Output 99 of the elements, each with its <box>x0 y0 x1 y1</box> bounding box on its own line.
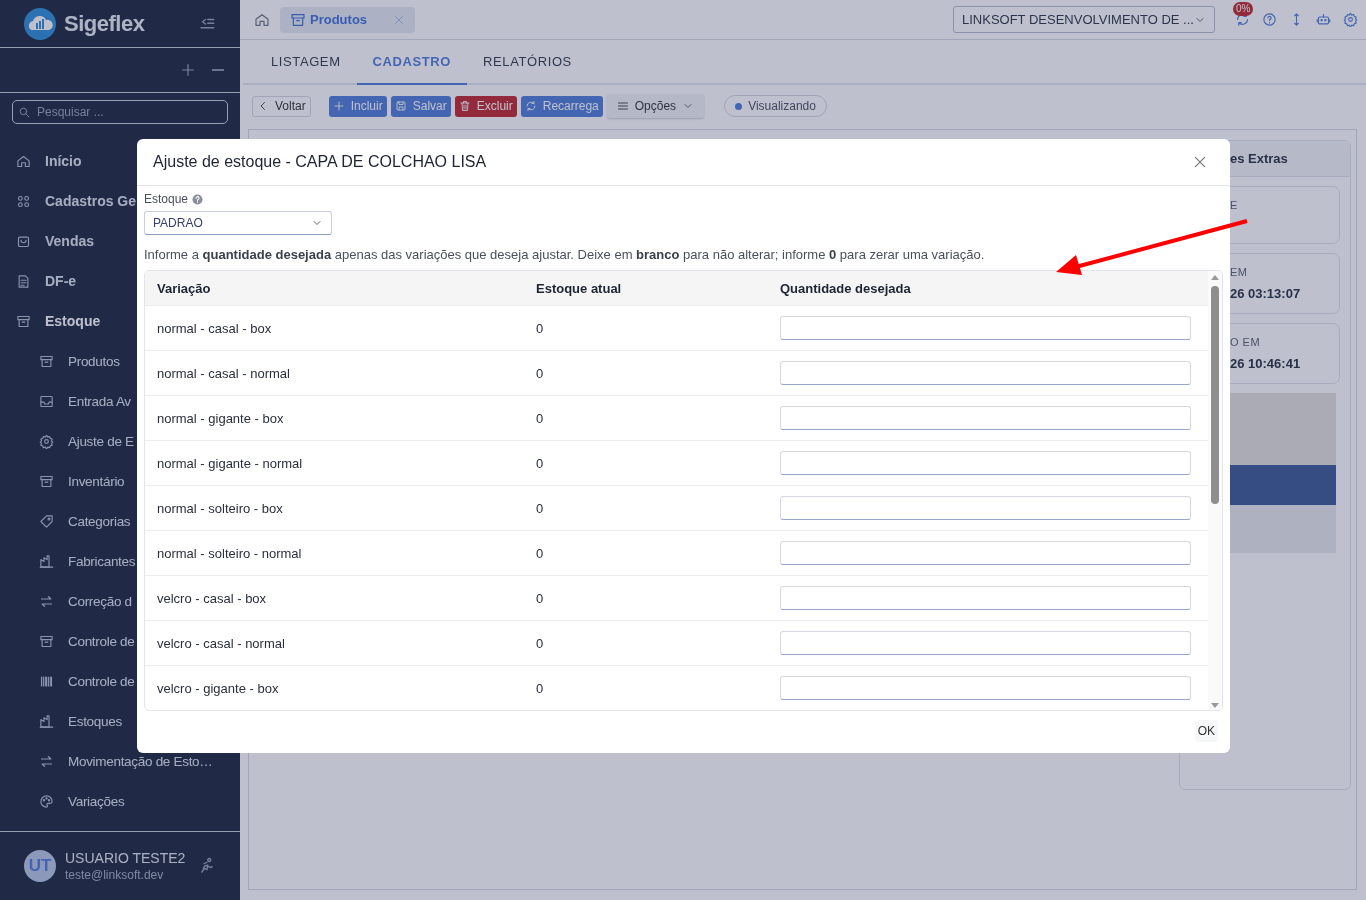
home-icon <box>254 11 270 28</box>
column-header: Quantidade desejada <box>779 280 912 296</box>
menu-item[interactable]: Estoques <box>0 701 240 741</box>
quantity-input[interactable] <box>780 496 1191 520</box>
info-label: E <box>1230 199 1239 211</box>
ok-button[interactable]: OK <box>1194 720 1218 742</box>
assistant-button[interactable] <box>1316 12 1331 27</box>
info-value: 26 10:46:41 <box>1230 356 1302 371</box>
options-button[interactable]: Opções <box>606 94 705 118</box>
settings-button[interactable] <box>1343 12 1358 27</box>
help-icon <box>1262 12 1277 27</box>
scrollbar[interactable] <box>1208 271 1222 710</box>
quantity-input[interactable] <box>780 586 1191 610</box>
quantity-input[interactable] <box>780 631 1191 655</box>
field-label: Estoque <box>144 192 189 206</box>
menu-item[interactable]: Variações <box>0 781 240 821</box>
settings-icon <box>39 433 54 449</box>
instructions-text: Informe a quantidade desejada apenas das variações que deseja ajustar. Deixe em branco para não alterar; informe 0 para zerar uma variação. <box>144 247 986 262</box>
delete-button[interactable]: Excluir <box>454 95 517 117</box>
help-icon <box>192 193 204 205</box>
logo-icon <box>24 7 56 40</box>
home-button[interactable] <box>254 11 270 28</box>
table-cell-text: 0 <box>535 590 545 606</box>
factory-icon <box>39 553 54 569</box>
palette-icon <box>39 793 54 809</box>
quantity-input[interactable] <box>780 451 1191 475</box>
robot-icon <box>1316 12 1331 27</box>
tab-label: Produtos <box>310 12 368 27</box>
bag-icon <box>16 233 31 249</box>
progress-badge: 0% <box>1233 2 1254 16</box>
grid-icon <box>16 193 31 209</box>
table-cell-text: normal - solteiro - box <box>156 500 284 516</box>
archive-icon <box>290 11 306 28</box>
tab[interactable]: LISTAGEM <box>255 40 357 83</box>
tab[interactable]: RELATÓRIOS <box>467 40 588 83</box>
menu-item[interactable]: Movimentação de Esto… <box>0 741 240 781</box>
help-button[interactable] <box>1262 12 1277 27</box>
info-label: O EM <box>1230 336 1262 348</box>
inbox-icon <box>39 393 54 409</box>
table-cell-text: normal - casal - normal <box>156 365 291 381</box>
swap-arrows-icon <box>39 753 54 769</box>
close-button[interactable] <box>1192 154 1208 170</box>
table-cell-text: 0 <box>535 635 545 651</box>
column-header: Variação <box>156 280 212 296</box>
brand-name: Sigeflex <box>64 10 146 37</box>
archive-icon <box>39 353 54 369</box>
back-button[interactable]: Voltar <box>252 95 311 117</box>
quantity-input[interactable] <box>780 316 1191 340</box>
archive-icon <box>39 633 54 649</box>
quantity-input[interactable] <box>780 406 1191 430</box>
reload-icon <box>524 100 537 112</box>
stock-select[interactable]: PADRAO <box>144 211 332 235</box>
table-cell-text: normal - gigante - box <box>156 410 285 426</box>
user-name: USUARIO TESTE2 <box>65 850 187 866</box>
table-cell-text: velcro - casal - box <box>156 590 268 606</box>
barcode-icon <box>39 673 54 689</box>
home-icon <box>16 153 31 169</box>
plus-icon <box>332 100 345 112</box>
expand-all-button[interactable] <box>180 62 196 78</box>
search-icon <box>18 106 31 119</box>
factory-icon <box>39 713 54 729</box>
table-cell-text: velcro - gigante - box <box>156 680 280 696</box>
swap-arrows-icon <box>39 593 54 609</box>
table-cell-text: 0 <box>535 410 545 426</box>
table-cell-text: 0 <box>535 545 545 561</box>
column-header: Estoque atual <box>535 280 623 296</box>
table-cell-text: normal - casal - box <box>156 320 273 336</box>
user-email: teste@linksoft.dev <box>65 868 165 882</box>
table-cell-text: 0 <box>535 455 545 471</box>
quantity-input[interactable] <box>780 541 1191 565</box>
running-person-icon <box>198 857 216 875</box>
info-label: EM <box>1230 266 1249 278</box>
menu-icon <box>616 100 629 112</box>
close-tab-button[interactable] <box>393 13 406 26</box>
tag-icon <box>39 513 54 529</box>
table-cell-text: 0 <box>535 680 545 696</box>
table-cell-text: 0 <box>535 365 545 381</box>
archive-icon <box>16 313 31 329</box>
trash-icon <box>458 100 471 112</box>
quantity-input[interactable] <box>780 361 1191 385</box>
table-cell-text: normal - solteiro - normal <box>156 545 303 561</box>
logout-button[interactable] <box>198 857 216 875</box>
user-avatar: UT <box>24 850 56 882</box>
table-cell-text: normal - gigante - normal <box>156 455 304 471</box>
table-cell-text: velcro - casal - normal <box>156 635 286 651</box>
close-icon <box>1192 154 1208 170</box>
minus-icon <box>212 69 224 71</box>
table-cell-text: 0 <box>535 320 545 336</box>
dialog-title: Ajuste de estoque - CAPA DE COLCHAO LISA <box>153 153 487 171</box>
table-cell-text: 0 <box>535 500 545 516</box>
archive-icon <box>39 473 54 489</box>
close-icon <box>393 13 406 26</box>
settings-icon <box>1343 12 1358 27</box>
info-value: 26 03:13:07 <box>1230 286 1302 301</box>
document-icon <box>16 273 31 289</box>
quantity-input[interactable] <box>780 676 1191 700</box>
search-field[interactable]: Pesquisar ... <box>12 100 228 124</box>
plus-icon <box>180 62 196 78</box>
company-select[interactable]: LINKSOFT DESENVOLVIMENTO DE ... <box>953 6 1215 33</box>
